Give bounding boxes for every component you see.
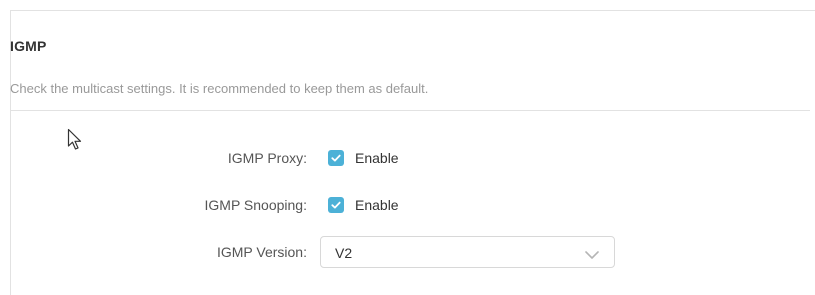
igmp-snooping-enable-label: Enable bbox=[355, 197, 399, 213]
igmp-version-selected-value: V2 bbox=[335, 245, 353, 261]
igmp-proxy-checkbox[interactable]: Enable bbox=[328, 150, 399, 166]
checkmark-icon bbox=[328, 150, 344, 166]
mouse-cursor-icon bbox=[67, 128, 83, 157]
igmp-snooping-label: IGMP Snooping: bbox=[204, 197, 307, 213]
chevron-down-icon bbox=[584, 247, 600, 265]
igmp-proxy-enable-label: Enable bbox=[355, 150, 399, 166]
section-description: Check the multicast settings. It is reco… bbox=[10, 81, 429, 96]
igmp-snooping-checkbox[interactable]: Enable bbox=[328, 197, 399, 213]
igmp-version-label: IGMP Version: bbox=[216, 244, 307, 260]
panel-top-border bbox=[10, 10, 815, 11]
section-title: IGMP bbox=[10, 38, 47, 54]
igmp-version-select[interactable]: V2 bbox=[320, 236, 615, 268]
section-divider bbox=[10, 110, 810, 111]
checkmark-icon bbox=[328, 197, 344, 213]
igmp-proxy-label: IGMP Proxy: bbox=[227, 150, 307, 166]
